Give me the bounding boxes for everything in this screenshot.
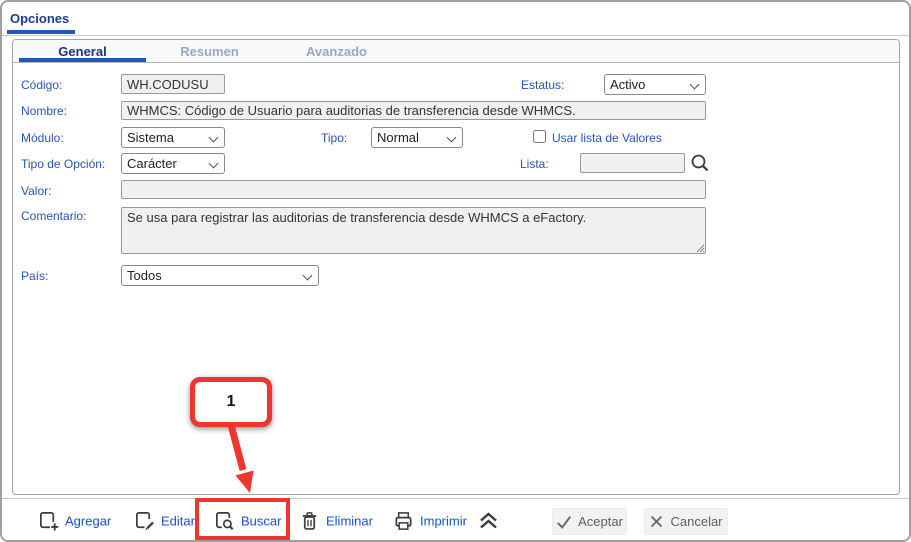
collapse-toolbar-button[interactable] xyxy=(477,510,500,531)
bottom-toolbar: Agregar Editar Buscar Eliminar Imprimir … xyxy=(2,498,909,540)
chevron-down-icon xyxy=(302,270,313,281)
pais-selected-value: Todos xyxy=(127,268,162,283)
buscar-button[interactable]: Buscar xyxy=(214,510,281,531)
chevron-down-icon xyxy=(689,79,700,90)
aceptar-button[interactable]: Aceptar xyxy=(552,508,627,535)
imprimir-label: Imprimir xyxy=(420,513,467,528)
tipo-opcion-select[interactable]: Carácter xyxy=(121,153,225,174)
codigo-label: Código: xyxy=(21,78,63,92)
eliminar-button[interactable]: Eliminar xyxy=(299,510,373,531)
header-divider xyxy=(2,35,909,36)
printer-icon xyxy=(395,511,412,530)
chevron-down-icon xyxy=(208,158,219,169)
document-plus-icon xyxy=(40,511,59,531)
nombre-field[interactable] xyxy=(121,101,706,120)
usar-lista-checkbox[interactable] xyxy=(533,130,546,143)
aceptar-label: Aceptar xyxy=(578,514,623,529)
options-panel: General Resumen Avanzado Código: Estatus… xyxy=(12,39,900,495)
usar-lista-label: Usar lista de Valores xyxy=(552,131,662,145)
buscar-label: Buscar xyxy=(241,513,282,528)
estatus-selected-value: Activo xyxy=(610,77,646,92)
double-chevron-up-icon xyxy=(480,511,497,528)
tipo-selected-value: Normal xyxy=(377,130,419,145)
cancelar-label: Cancelar xyxy=(670,514,723,529)
tabstrip: General Resumen Avanzado xyxy=(13,40,899,63)
comentario-textarea[interactable]: Se usa para registrar las auditorias de … xyxy=(121,207,706,254)
valor-field[interactable] xyxy=(121,180,706,199)
chevron-down-icon xyxy=(446,132,457,143)
editar-label: Editar xyxy=(161,513,195,528)
eliminar-label: Eliminar xyxy=(326,513,373,528)
check-icon xyxy=(557,515,572,529)
nombre-label: Nombre: xyxy=(21,104,68,118)
editar-button[interactable]: Editar xyxy=(134,510,195,531)
pais-label: País: xyxy=(21,269,49,283)
title-underline xyxy=(7,30,75,34)
estatus-select[interactable]: Activo xyxy=(604,74,706,95)
tipo-label: Tipo: xyxy=(321,131,348,145)
tab-general[interactable]: General xyxy=(19,40,146,62)
options-window: Opciones General Resumen Avanzado Código… xyxy=(0,0,911,542)
comentario-label: Comentario: xyxy=(21,209,87,223)
chevron-down-icon xyxy=(208,132,219,143)
tipo-opcion-selected-value: Carácter xyxy=(127,156,177,171)
magnifier-icon[interactable] xyxy=(689,152,711,174)
tab-resumen[interactable]: Resumen xyxy=(146,40,273,62)
cancelar-button[interactable]: Cancelar xyxy=(644,508,728,535)
document-pencil-icon xyxy=(136,511,155,531)
document-search-icon xyxy=(216,511,235,531)
agregar-button[interactable]: Agregar xyxy=(38,510,111,531)
page-title: Opciones xyxy=(10,11,70,26)
codigo-field[interactable] xyxy=(121,74,225,94)
modulo-label: Módulo: xyxy=(21,131,64,145)
lista-field[interactable] xyxy=(580,153,685,173)
annotation-step-number: 1 xyxy=(226,393,236,410)
pais-select[interactable]: Todos xyxy=(121,265,319,286)
imprimir-button[interactable]: Imprimir xyxy=(393,510,467,531)
tipo-select[interactable]: Normal xyxy=(371,127,463,148)
annotation-step-callout: 1 xyxy=(190,377,272,427)
tipo-opcion-label: Tipo de Opción: xyxy=(21,157,106,171)
valor-label: Valor: xyxy=(21,184,52,198)
estatus-label: Estatus: xyxy=(521,78,565,92)
x-icon xyxy=(651,515,663,528)
modulo-select[interactable]: Sistema xyxy=(121,127,225,148)
modulo-selected-value: Sistema xyxy=(127,130,174,145)
tab-avanzado[interactable]: Avanzado xyxy=(273,40,400,62)
trash-icon xyxy=(302,511,317,530)
lista-label: Lista: xyxy=(520,157,549,171)
agregar-label: Agregar xyxy=(65,513,112,528)
